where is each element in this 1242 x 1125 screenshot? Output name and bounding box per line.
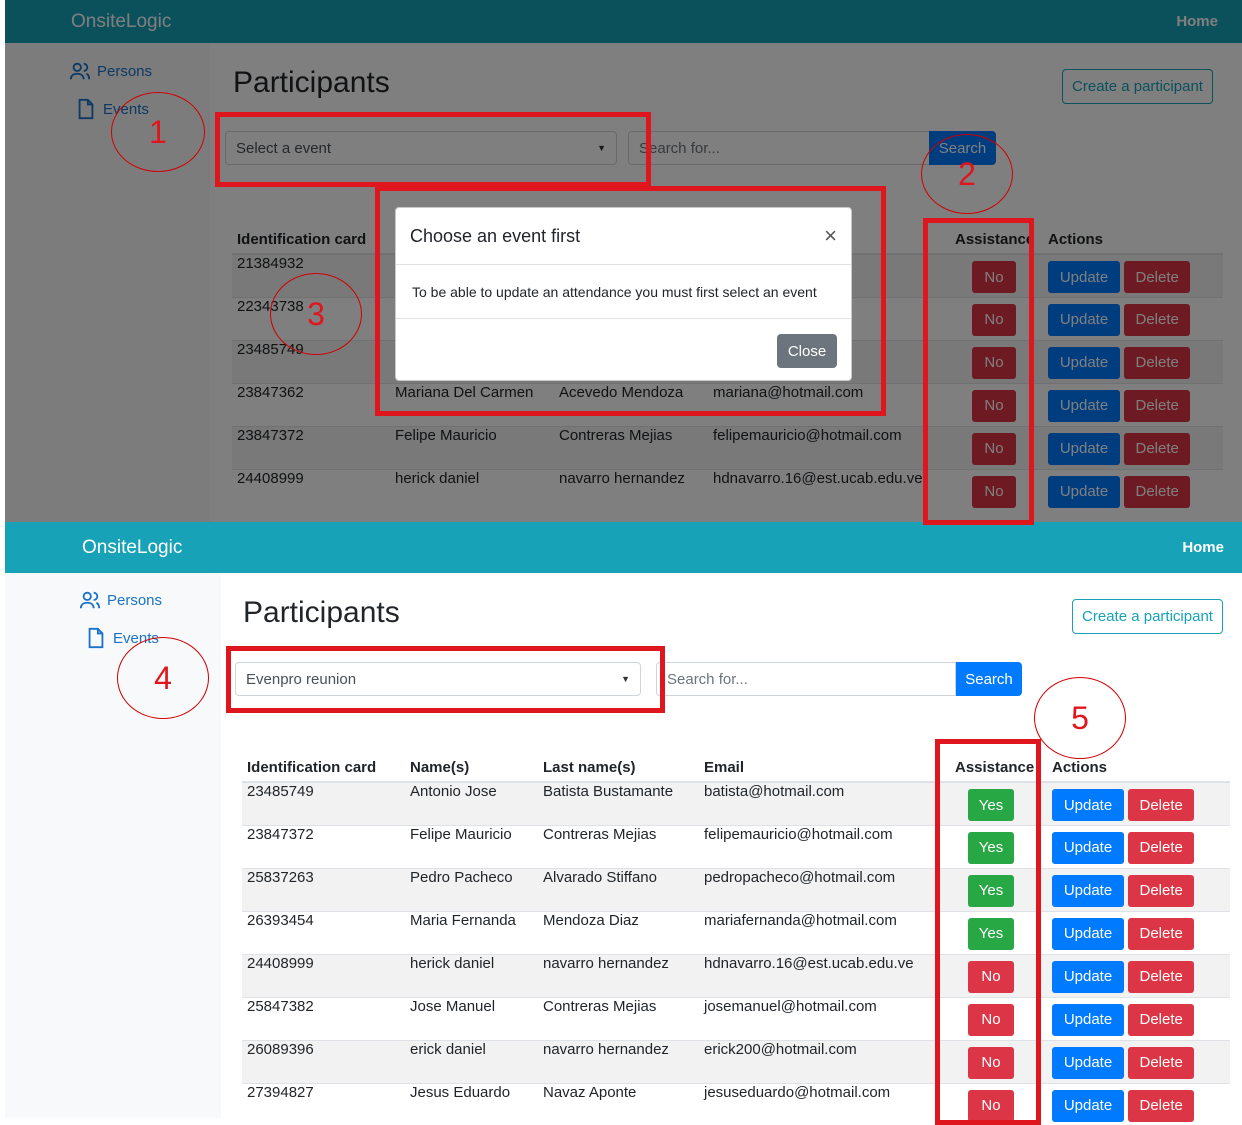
delete-button[interactable]: Delete [1128,1089,1195,1122]
id-cell: 23847372 [242,824,405,868]
email-cell: felipemauricio@hotmail.com [699,824,950,868]
lastname-cell: navarro hernandez [538,1039,699,1083]
id-cell: 25847382 [242,996,405,1040]
lastname-cell: Contreras Mejias [538,824,699,868]
id-cell: 27394827 [242,1082,405,1125]
delete-button[interactable]: Delete [1128,789,1195,821]
delete-button[interactable]: Delete [1128,1046,1195,1079]
search-button[interactable]: Search [956,662,1022,696]
table-row: 23485749 Antonio Jose Batista Bustamante… [242,781,1230,825]
annotation-marker-3: 3 [270,273,362,355]
navbar: OnsiteLogic Home [5,522,1242,573]
name-cell: Antonio Jose [405,781,538,825]
delete-button[interactable]: Delete [1128,1003,1195,1036]
email-cell: mariafernanda@hotmail.com [699,910,950,954]
update-button[interactable]: Update [1052,831,1124,864]
screenshot-after: OnsiteLogic Home Persons Events Particip… [5,522,1242,1125]
annotation-marker-4: 4 [117,637,209,719]
annotation-box-5 [935,739,1041,1125]
email-cell: erick200@hotmail.com [699,1039,950,1083]
delete-button[interactable]: Delete [1128,831,1195,864]
annotation-marker-2: 2 [921,134,1013,214]
file-icon [88,627,104,649]
table-row: 25837263 Pedro Pacheco Alvarado Stiffano… [242,867,1230,911]
users-icon [79,591,101,609]
annotation-box-4 [226,646,665,713]
update-button[interactable]: Update [1052,917,1124,950]
id-cell: 23485749 [242,781,405,825]
table-row: 26089396 erick daniel navarro hernandez … [242,1039,1230,1083]
lastname-cell: Mendoza Diaz [538,910,699,954]
email-cell: josemanuel@hotmail.com [699,996,950,1040]
column-header: Identification card [242,754,405,783]
column-header: Email [699,754,950,783]
email-cell: batista@hotmail.com [699,781,950,825]
table-row: 24408999 herick daniel navarro hernandez… [242,953,1230,997]
name-cell: Felipe Mauricio [405,824,538,868]
table-row: 27394827 Jesus Eduardo Navaz Aponte jesu… [242,1082,1230,1125]
delete-button[interactable]: Delete [1128,874,1195,907]
annotation-marker-5: 5 [1034,677,1126,759]
email-cell: hdnavarro.16@est.ucab.edu.ve [699,953,950,997]
table-row: 23847372 Felipe Mauricio Contreras Mejia… [242,824,1230,868]
name-cell: Jose Manuel [405,996,538,1040]
update-button[interactable]: Update [1052,960,1124,993]
delete-button[interactable]: Delete [1128,917,1195,950]
name-cell: Pedro Pacheco [405,867,538,911]
column-header: Last name(s) [538,754,699,783]
lastname-cell: Navaz Aponte [538,1082,699,1125]
id-cell: 25837263 [242,867,405,911]
page-title: Participants [243,596,400,629]
name-cell: Jesus Eduardo [405,1082,538,1125]
update-button[interactable]: Update [1052,874,1124,907]
table-row: 25847382 Jose Manuel Contreras Mejias jo… [242,996,1230,1040]
sidebar-item-persons[interactable]: Persons [79,589,162,611]
table-row: 26393454 Maria Fernanda Mendoza Diaz mar… [242,910,1230,954]
home-link[interactable]: Home [1182,539,1224,556]
update-button[interactable]: Update [1052,1089,1124,1122]
lastname-cell: navarro hernandez [538,953,699,997]
update-button[interactable]: Update [1052,1003,1124,1036]
annotation-box-1 [215,112,651,187]
participants-table: Identification card Name(s) Last name(s)… [242,754,1230,1125]
email-cell: jesuseduardo@hotmail.com [699,1082,950,1125]
update-button[interactable]: Update [1052,789,1124,821]
update-button[interactable]: Update [1052,1046,1124,1079]
id-cell: 26089396 [242,1039,405,1083]
delete-button[interactable]: Delete [1128,960,1195,993]
search-input[interactable]: Search for... [656,662,956,696]
email-cell: pedropacheco@hotmail.com [699,867,950,911]
id-cell: 24408999 [242,953,405,997]
name-cell: herick daniel [405,953,538,997]
annotation-box-2 [923,218,1034,525]
lastname-cell: Alvarado Stiffano [538,867,699,911]
brand-link[interactable]: OnsiteLogic [82,537,182,559]
id-cell: 26393454 [242,910,405,954]
annotation-box-3 [375,186,886,416]
name-cell: Maria Fernanda [405,910,538,954]
column-header: Name(s) [405,754,538,783]
create-participant-button[interactable]: Create a participant [1072,599,1223,634]
lastname-cell: Contreras Mejias [538,996,699,1040]
annotation-marker-1: 1 [111,92,205,172]
name-cell: erick daniel [405,1039,538,1083]
sidebar-item-label: Persons [107,591,163,609]
lastname-cell: Batista Bustamante [538,781,699,825]
